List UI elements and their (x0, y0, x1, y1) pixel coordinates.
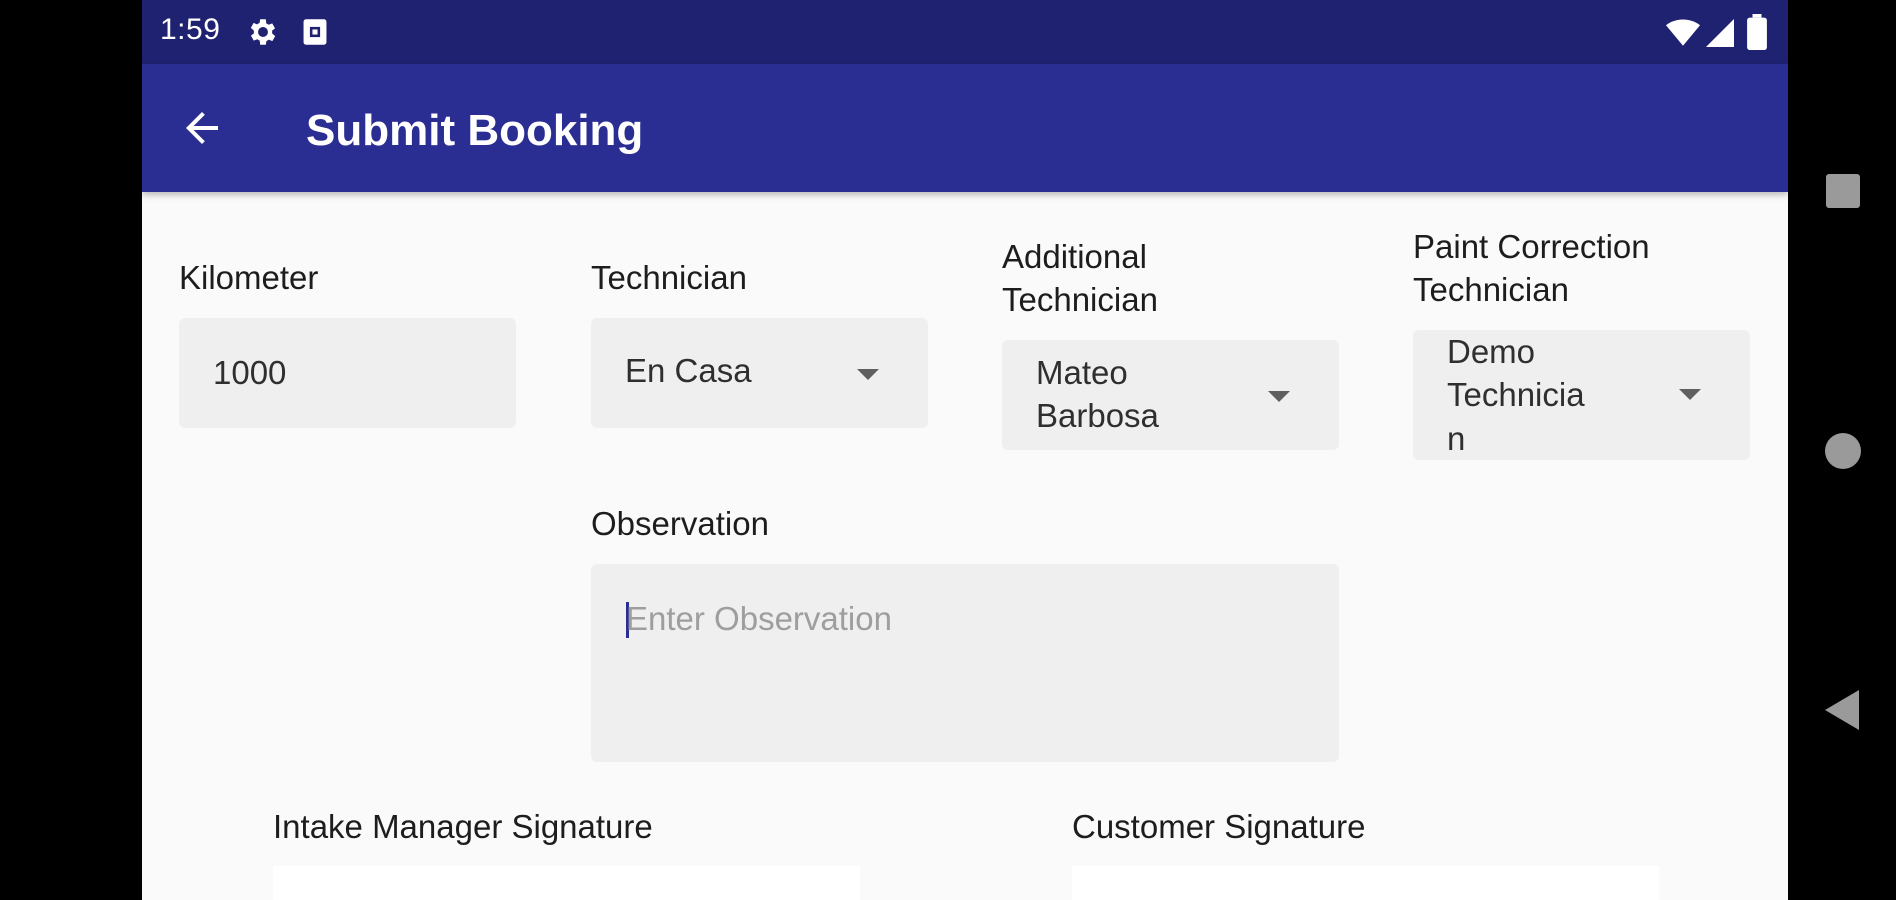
gear-icon (250, 19, 276, 45)
additional-technician-label-line1: Additional (1002, 238, 1147, 275)
additional-technician-value-line1: Mateo (1036, 354, 1128, 391)
chevron-down-icon (1679, 389, 1701, 400)
paint-correction-technician-value-line1: Demo (1447, 333, 1536, 370)
kilometer-input[interactable]: 1000 (179, 318, 516, 428)
navigation-bar (1788, 0, 1896, 900)
intake-manager-signature-pad[interactable] (273, 866, 860, 900)
customer-signature-label: Customer Signature (1072, 808, 1366, 845)
sim-card-icon (303, 19, 327, 45)
kilometer-label: Kilometer (179, 259, 319, 296)
additional-technician-label-line2: Technician (1002, 281, 1158, 318)
paint-correction-technician-value-line3: n (1447, 420, 1466, 457)
technician-label: Technician (591, 259, 747, 296)
customer-signature-pad[interactable] (1072, 866, 1659, 900)
kilometer-value: 1000 (213, 354, 287, 391)
additional-technician-dropdown[interactable]: Mateo Barbosa (1002, 340, 1339, 450)
technician-value: En Casa (625, 352, 752, 389)
device-screen: 1:59 Submit Booking Kilometer 1000 Techn… (142, 0, 1788, 900)
additional-technician-value-line2: Barbosa (1036, 397, 1159, 434)
chevron-down-icon (1268, 391, 1290, 402)
wifi-icon (1666, 19, 1700, 46)
back-icon[interactable] (1825, 690, 1859, 730)
home-icon[interactable] (1825, 433, 1861, 469)
battery-icon (1747, 14, 1767, 50)
recents-icon[interactable] (1826, 174, 1860, 208)
observation-placeholder: Enter Observation (626, 600, 892, 637)
paint-correction-technician-dropdown[interactable]: Demo Technicia n (1413, 330, 1750, 460)
paint-correction-technician-value-line2: Technicia (1447, 376, 1585, 413)
page-title: Submit Booking (306, 106, 644, 155)
technician-dropdown[interactable]: En Casa (591, 318, 928, 428)
status-time: 1:59 (160, 13, 221, 46)
signal-icon (1706, 19, 1734, 47)
back-arrow-icon[interactable] (178, 104, 226, 152)
paint-correction-technician-label-line1: Paint Correction (1413, 228, 1650, 265)
chevron-down-icon (857, 369, 879, 380)
observation-textarea[interactable]: Enter Observation (591, 564, 1339, 762)
paint-correction-technician-label-line2: Technician (1413, 271, 1569, 308)
intake-manager-signature-label: Intake Manager Signature (273, 808, 653, 845)
status-bar: 1:59 (142, 0, 1788, 64)
observation-label: Observation (591, 505, 769, 542)
app-bar: Submit Booking (142, 64, 1788, 192)
